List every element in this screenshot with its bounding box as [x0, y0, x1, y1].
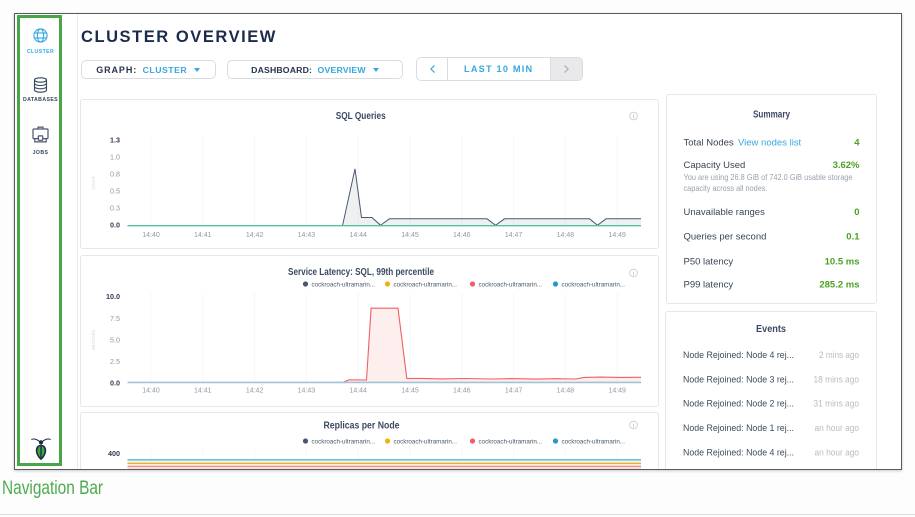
- svg-text:cockroach-ultramarin...: cockroach-ultramarin...: [312, 281, 376, 288]
- svg-text:seconds: seconds: [91, 329, 97, 350]
- svg-text:14:45: 14:45: [401, 232, 419, 239]
- svg-text:cockroach-ultramarin...: cockroach-ultramarin...: [479, 281, 543, 288]
- svg-text:Node Rejoined: Node 3 rej...: Node Rejoined: Node 3 rej...: [683, 374, 794, 384]
- svg-text:14:48: 14:48: [557, 387, 575, 394]
- svg-text:Unavailable ranges: Unavailable ranges: [683, 207, 765, 218]
- svg-text:285.2 ms: 285.2 ms: [819, 279, 859, 290]
- svg-text:SQL Queries: SQL Queries: [336, 111, 386, 122]
- svg-text:10.5 ms: 10.5 ms: [824, 256, 859, 267]
- svg-text:2.5: 2.5: [110, 357, 120, 366]
- svg-text:cockroach-ultramarin...: cockroach-ultramarin...: [562, 438, 626, 445]
- svg-text:14:43: 14:43: [298, 232, 316, 239]
- svg-text:14:42: 14:42: [246, 387, 264, 394]
- svg-text:14:46: 14:46: [453, 387, 471, 394]
- svg-text:0.1: 0.1: [846, 231, 860, 242]
- svg-text:cockroach-ultramarin...: cockroach-ultramarin...: [394, 281, 458, 288]
- svg-text:31 mins ago: 31 mins ago: [813, 399, 859, 409]
- svg-text:14:40: 14:40: [142, 387, 160, 394]
- svg-text:1.0: 1.0: [110, 152, 120, 161]
- svg-text:Node Rejoined: Node 2 rej...: Node Rejoined: Node 2 rej...: [683, 399, 794, 409]
- svg-text:14:45: 14:45: [401, 387, 419, 394]
- svg-text:an hour ago: an hour ago: [814, 447, 859, 457]
- svg-text:14:49: 14:49: [608, 387, 626, 394]
- svg-text:View nodes list: View nodes list: [738, 137, 802, 148]
- svg-text:i: i: [633, 114, 634, 120]
- svg-text:14:47: 14:47: [505, 232, 523, 239]
- svg-text:cockroach-ultramarin...: cockroach-ultramarin...: [312, 438, 376, 445]
- svg-text:400: 400: [108, 449, 120, 458]
- svg-text:capacity across all nodes.: capacity across all nodes.: [683, 184, 767, 193]
- svg-text:0: 0: [854, 207, 859, 218]
- svg-text:4: 4: [854, 137, 860, 148]
- svg-text:14:40: 14:40: [142, 232, 160, 239]
- svg-text:14:42: 14:42: [246, 232, 264, 239]
- svg-text:i: i: [633, 271, 634, 277]
- svg-text:3.62%: 3.62%: [832, 160, 859, 171]
- svg-text:P50 latency: P50 latency: [683, 256, 733, 267]
- svg-text:P99 latency: P99 latency: [683, 279, 733, 290]
- svg-text:2 mins ago: 2 mins ago: [819, 350, 859, 360]
- svg-text:0.8: 0.8: [110, 169, 120, 178]
- svg-text:Capacity Used: Capacity Used: [683, 160, 745, 171]
- svg-text:cockroach-ultramarin...: cockroach-ultramarin...: [562, 281, 626, 288]
- svg-text:14:49: 14:49: [608, 232, 626, 239]
- svg-text:14:44: 14:44: [349, 232, 367, 239]
- svg-text:1.3: 1.3: [110, 135, 120, 144]
- svg-text:You are using 26.8 GiB of 742.: You are using 26.8 GiB of 742.0 GiB usab…: [683, 173, 853, 182]
- svg-text:14:43: 14:43: [298, 387, 316, 394]
- svg-text:0.0: 0.0: [110, 378, 120, 387]
- svg-text:5.0: 5.0: [110, 335, 120, 344]
- svg-text:cockroach-ultramarin...: cockroach-ultramarin...: [479, 438, 543, 445]
- svg-text:0.0: 0.0: [110, 220, 120, 229]
- svg-text:Node Rejoined: Node 1 rej...: Node Rejoined: Node 1 rej...: [683, 423, 794, 433]
- svg-text:Summary: Summary: [753, 109, 790, 120]
- svg-text:Total Nodes: Total Nodes: [683, 137, 733, 148]
- svg-text:Node Rejoined: Node 4 rej...: Node Rejoined: Node 4 rej...: [683, 350, 794, 360]
- svg-text:14:46: 14:46: [453, 232, 471, 239]
- svg-text:14:48: 14:48: [557, 232, 575, 239]
- svg-text:14:41: 14:41: [194, 232, 212, 239]
- svg-text:7.5: 7.5: [110, 313, 120, 322]
- svg-text:Node Rejoined: Node 4 rej...: Node Rejoined: Node 4 rej...: [683, 447, 794, 457]
- svg-text:Service Latency: SQL, 99th per: Service Latency: SQL, 99th percentile: [288, 267, 434, 278]
- svg-text:Replicas per Node: Replicas per Node: [324, 420, 400, 431]
- svg-text:i: i: [633, 423, 634, 429]
- svg-text:0.5: 0.5: [110, 186, 120, 195]
- svg-text:cockroach-ultramarin...: cockroach-ultramarin...: [394, 438, 458, 445]
- svg-text:0.3: 0.3: [110, 203, 120, 212]
- svg-text:14:44: 14:44: [349, 387, 367, 394]
- svg-text:14:41: 14:41: [194, 387, 212, 394]
- svg-text:10.0: 10.0: [106, 292, 120, 301]
- svg-text:18 mins ago: 18 mins ago: [813, 374, 859, 384]
- svg-text:an hour ago: an hour ago: [814, 423, 859, 433]
- svg-text:count: count: [91, 175, 97, 189]
- svg-text:14:47: 14:47: [505, 387, 523, 394]
- svg-text:Events: Events: [756, 324, 786, 335]
- svg-text:Queries per second: Queries per second: [683, 231, 766, 242]
